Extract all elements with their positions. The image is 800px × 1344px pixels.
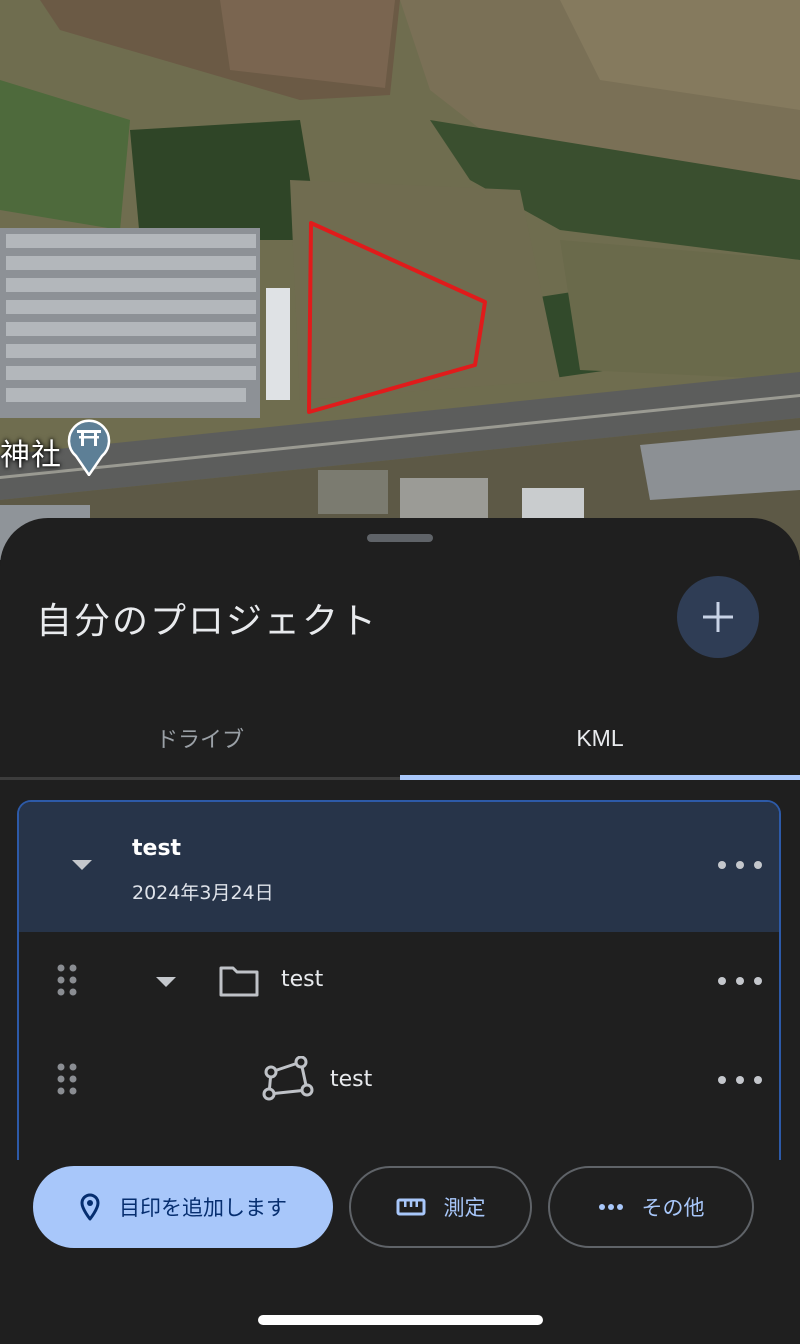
- chevron-down-icon[interactable]: [71, 858, 93, 872]
- polygon-icon: [262, 1056, 314, 1101]
- plus-icon: [703, 602, 733, 632]
- add-marker-label: 目印を追加します: [119, 1196, 287, 1220]
- torii-gate-pin-icon[interactable]: [67, 418, 111, 476]
- tab-kml[interactable]: KML: [400, 698, 800, 778]
- tab-selected-indicator: [400, 775, 800, 780]
- sheet-drag-handle[interactable]: [367, 534, 433, 542]
- source-tabs: ドライブ KML: [0, 698, 800, 782]
- home-indicator[interactable]: [258, 1315, 543, 1325]
- tab-drive[interactable]: ドライブ: [0, 698, 400, 778]
- polygon-more-button[interactable]: [718, 1065, 762, 1095]
- add-marker-button[interactable]: 目印を追加します: [33, 1166, 333, 1248]
- add-project-button[interactable]: [677, 576, 759, 658]
- drag-handle-icon[interactable]: [55, 963, 79, 999]
- location-pin-icon: [79, 1193, 101, 1221]
- project-more-button[interactable]: [718, 850, 762, 880]
- list-item-polygon[interactable]: test: [19, 1032, 779, 1130]
- more-options-button[interactable]: その他: [548, 1166, 754, 1248]
- sheet-title: 自分のプロジェクト: [36, 601, 379, 642]
- folder-icon: [219, 966, 259, 997]
- project-name: test: [132, 836, 182, 861]
- satellite-imagery: [0, 0, 800, 560]
- more-options-label: その他: [641, 1196, 705, 1220]
- list-item-folder[interactable]: test: [19, 932, 779, 1030]
- folder-more-button[interactable]: [718, 966, 762, 996]
- polygon-label: test: [330, 1067, 373, 1092]
- project-card: test 2024年3月24日 test test: [17, 800, 781, 1160]
- project-header-row[interactable]: test 2024年3月24日: [19, 802, 779, 932]
- measure-button[interactable]: 測定: [349, 1166, 532, 1248]
- action-bar: 目印を追加します 測定 その他: [0, 1166, 800, 1256]
- projects-bottom-sheet: 自分のプロジェクト ドライブ KML test 2024年3月24日 test …: [0, 518, 800, 1344]
- satellite-map[interactable]: 神社: [0, 0, 800, 560]
- folder-label: test: [281, 967, 324, 992]
- measure-label: 測定: [443, 1196, 486, 1220]
- place-label-shrine[interactable]: 神社: [0, 430, 62, 474]
- drag-handle-icon[interactable]: [55, 1062, 79, 1098]
- ruler-icon: [396, 1197, 426, 1217]
- project-date: 2024年3月24日: [132, 882, 274, 904]
- more-horizontal-icon: [598, 1203, 624, 1211]
- chevron-down-icon[interactable]: [155, 975, 177, 989]
